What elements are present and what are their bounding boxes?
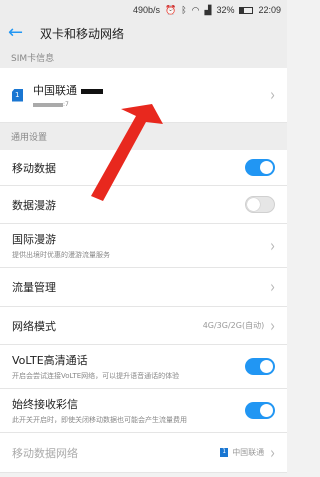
sim1-carrier: 中国联通: [33, 82, 270, 98]
network-speed: 490b/s: [133, 5, 161, 15]
redaction-bar: [33, 102, 63, 107]
battery-percent: 32%: [216, 5, 235, 15]
always-receive-mms-row[interactable]: 始终接收彩信 此开关开启时，即使关闭移动数据也可能会产生流量费用: [0, 389, 287, 433]
network-mode-label: 网络模式: [12, 319, 56, 333]
wifi-icon: ◠: [191, 4, 200, 15]
volte-desc: 开启会尝试连接VoLTE网络，可以提升语音通话的体验: [12, 372, 180, 380]
chevron-right-icon: ›: [270, 442, 275, 463]
sim-card-icon: 1: [220, 448, 229, 457]
mobile-data-network-label: 移动数据网络: [12, 446, 78, 460]
international-roaming-desc: 提供出境时优惠的漫游流量服务: [12, 251, 110, 259]
back-arrow-icon[interactable]: ←: [8, 24, 32, 42]
sim1-number: :7: [33, 101, 270, 108]
international-roaming-label: 国际漫游: [12, 233, 56, 246]
chevron-right-icon: ›: [270, 85, 275, 105]
chevron-right-icon: ›: [270, 315, 275, 336]
bluetooth-icon: ᛒ: [181, 5, 187, 15]
mobile-data-label: 移动数据: [12, 161, 56, 175]
mobile-data-network-row[interactable]: 移动数据网络 1 中国联通 ›: [0, 433, 287, 473]
sim1-card-row[interactable]: 1 中国联通 :7 ›: [0, 68, 287, 123]
signal-icon: ▟: [204, 4, 212, 15]
status-bar: 490b/s ⏰ ᛒ ◠ ▟ 32% 22:09: [0, 0, 287, 20]
sim-section-header: SIM卡信息: [0, 46, 287, 68]
page-title: 双卡和移动网络: [40, 26, 125, 41]
volte-row[interactable]: VoLTE高清通话 开启会尝试连接VoLTE网络，可以提升语音通话的体验: [0, 345, 287, 389]
chevron-right-icon: ›: [270, 277, 275, 297]
general-section-header: 通用设置: [0, 123, 287, 150]
redaction-bar: [81, 88, 103, 94]
clock: 22:09: [258, 5, 281, 15]
alarm-icon: ⏰: [165, 4, 177, 15]
data-usage-label: 流量管理: [12, 281, 56, 294]
mobile-data-network-value: 1 中国联通: [220, 447, 264, 458]
always-receive-mms-desc: 此开关开启时，即使关闭移动数据也可能会产生流量费用: [12, 416, 187, 424]
data-roaming-toggle[interactable]: [245, 196, 275, 213]
volte-label: VoLTE高清通话: [12, 354, 88, 367]
network-mode-row[interactable]: 网络模式 4G/3G/2G(自动) ›: [0, 307, 287, 345]
chevron-right-icon: ›: [270, 235, 275, 256]
international-roaming-row[interactable]: 国际漫游 提供出境时优惠的漫游流量服务 ›: [0, 224, 287, 268]
mobile-data-row[interactable]: 移动数据: [0, 150, 287, 186]
always-receive-mms-toggle[interactable]: [245, 402, 275, 419]
volte-toggle[interactable]: [245, 358, 275, 375]
app-bar: ← 双卡和移动网络: [0, 20, 287, 46]
mobile-data-toggle[interactable]: [245, 159, 275, 176]
sim-card-icon: 1: [12, 88, 23, 102]
data-usage-row[interactable]: 流量管理 ›: [0, 268, 287, 307]
battery-icon: [239, 6, 254, 14]
data-roaming-row[interactable]: 数据漫游: [0, 186, 287, 224]
always-receive-mms-label: 始终接收彩信: [12, 398, 78, 411]
data-roaming-label: 数据漫游: [12, 198, 56, 212]
network-mode-value: 4G/3G/2G(自动): [202, 321, 265, 330]
